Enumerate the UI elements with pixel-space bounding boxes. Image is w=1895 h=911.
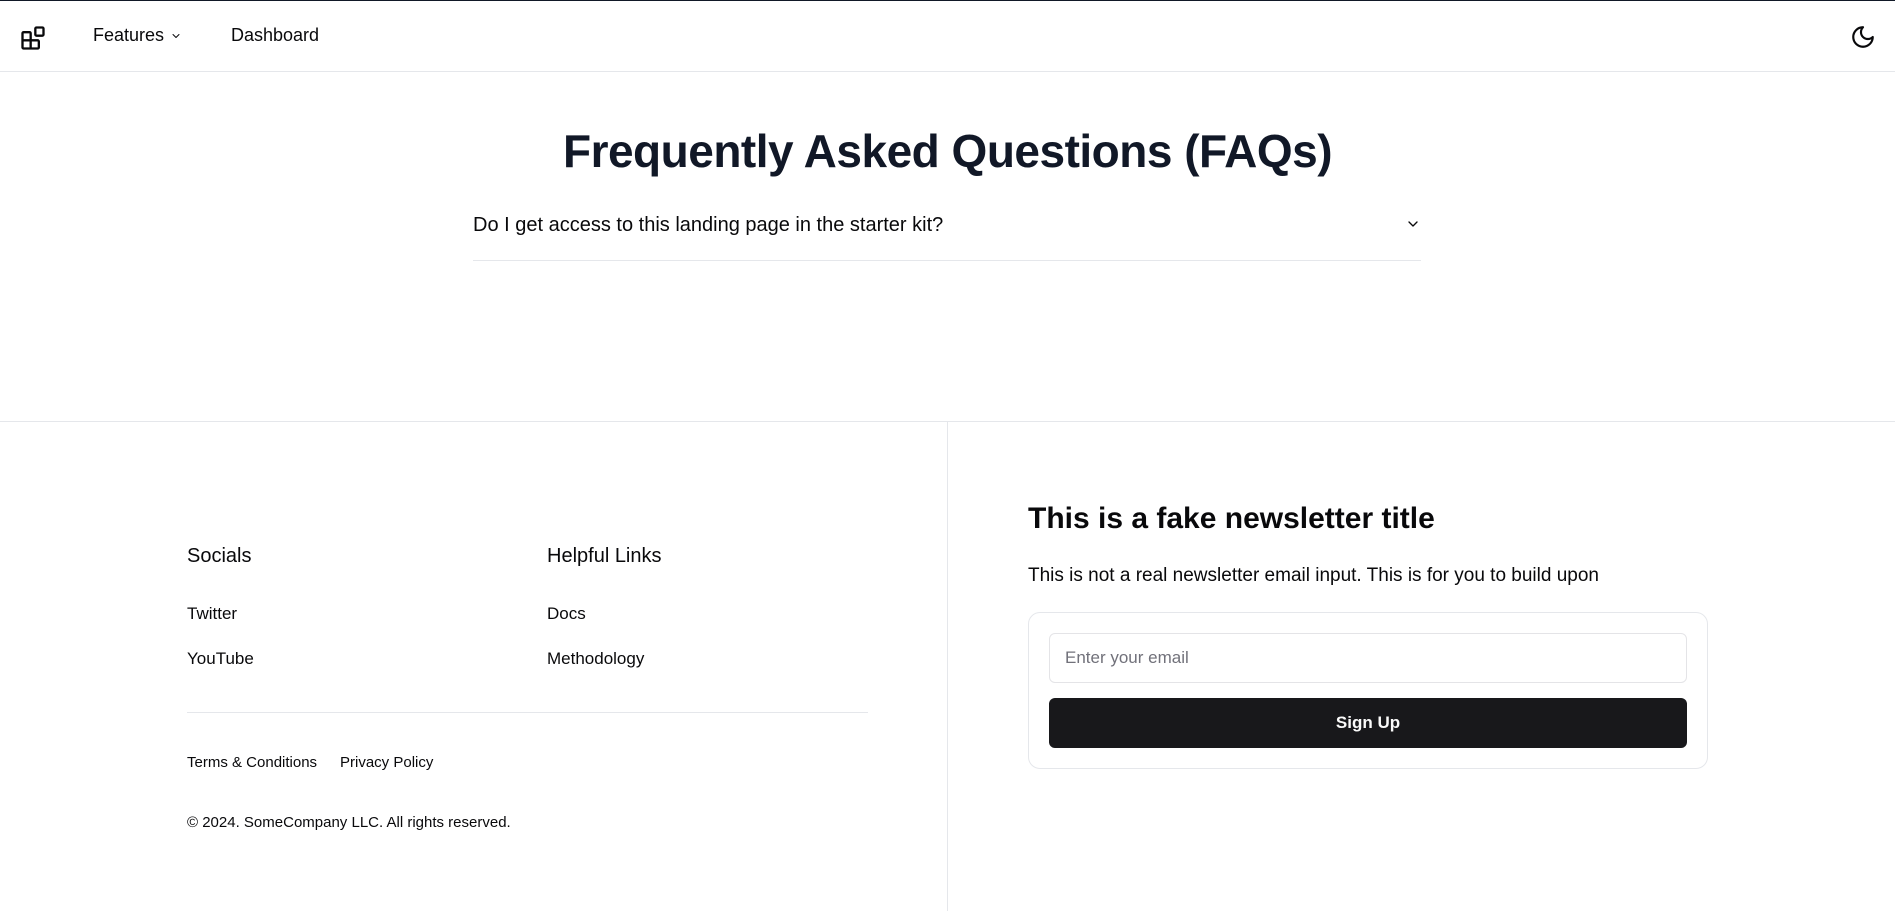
blocks-icon[interactable] bbox=[19, 24, 47, 52]
sign-up-button[interactable]: Sign Up bbox=[1049, 698, 1687, 748]
socials-heading: Socials bbox=[187, 545, 252, 567]
chevron-down-icon bbox=[172, 33, 180, 38]
newsletter-title: This is a fake newsletter title bbox=[1028, 502, 1435, 535]
terms-link[interactable]: Terms & Conditions bbox=[187, 754, 317, 771]
footer-divider bbox=[187, 712, 868, 713]
helpful-links-heading: Helpful Links bbox=[547, 545, 662, 567]
youtube-link[interactable]: YouTube bbox=[187, 649, 254, 669]
top-navbar: Features Dashboard bbox=[0, 1, 1895, 72]
faq-title: Frequently Asked Questions (FAQs) bbox=[562, 125, 1333, 177]
nav-features-label: Features bbox=[93, 25, 165, 45]
methodology-link[interactable]: Methodology bbox=[547, 649, 644, 669]
nav-features-menu[interactable]: Features bbox=[93, 25, 182, 46]
newsletter-description: This is not a real newsletter email inpu… bbox=[1028, 565, 1599, 586]
email-input[interactable] bbox=[1049, 633, 1687, 683]
chevron-down-icon bbox=[1408, 221, 1418, 227]
footer-column-divider bbox=[947, 421, 948, 911]
faq-accordion-item[interactable]: Do I get access to this landing page in … bbox=[473, 206, 1421, 261]
copyright-text: © 2024. SomeCompany LLC. All rights rese… bbox=[187, 814, 511, 831]
privacy-link[interactable]: Privacy Policy bbox=[340, 754, 433, 771]
nav-dashboard-label: Dashboard bbox=[231, 25, 320, 45]
twitter-link[interactable]: Twitter bbox=[187, 604, 237, 624]
nav-dashboard-link[interactable]: Dashboard bbox=[231, 25, 319, 46]
faq-question: Do I get access to this landing page in … bbox=[473, 214, 944, 236]
docs-link[interactable]: Docs bbox=[547, 604, 586, 624]
newsletter-form: Sign Up bbox=[1028, 612, 1708, 769]
moon-icon[interactable] bbox=[1850, 24, 1876, 50]
